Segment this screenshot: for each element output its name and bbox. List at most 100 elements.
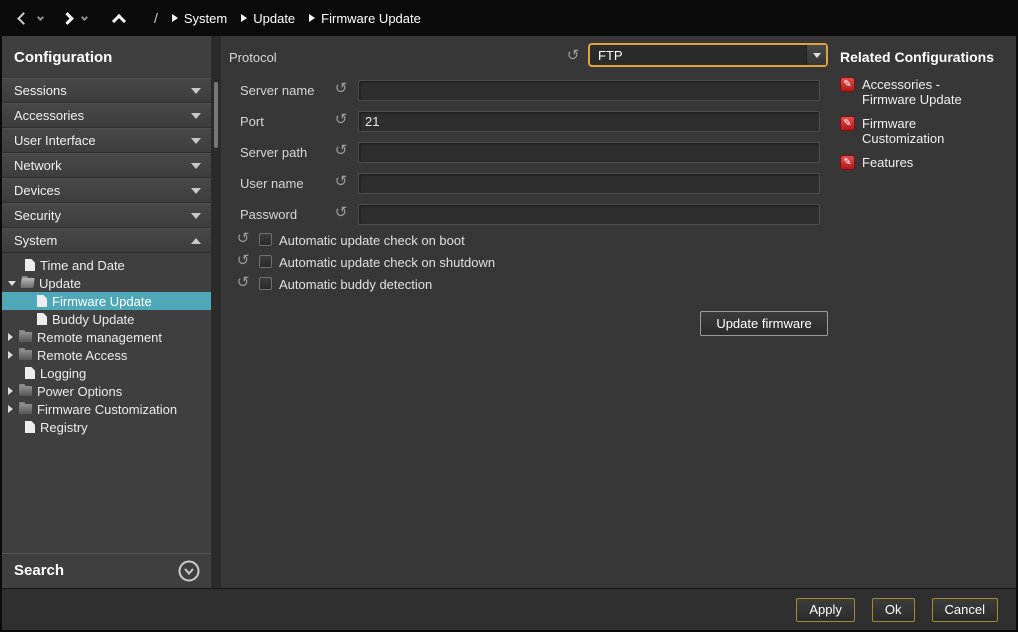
caret-right-icon[interactable] — [8, 351, 13, 359]
related-item-features[interactable]: ✎ Features — [840, 155, 1016, 170]
password-input[interactable] — [358, 204, 820, 225]
page-icon — [37, 295, 47, 307]
update-firmware-button[interactable]: Update firmware — [700, 311, 828, 336]
sidebar-item-devices[interactable]: Devices — [2, 178, 211, 203]
sidebar-item-network[interactable]: Network — [2, 153, 211, 178]
sidebar-item-security[interactable]: Security — [2, 203, 211, 228]
tree-item-power-options[interactable]: Power Options — [2, 382, 211, 400]
caret-right-icon[interactable] — [8, 333, 13, 341]
footer-bar: Apply Ok Cancel — [2, 588, 1016, 630]
chevron-down-icon — [191, 163, 201, 169]
reset-server-path-icon[interactable]: ↺ — [333, 143, 349, 159]
tree-item-buddy-update[interactable]: Buddy Update — [2, 310, 211, 328]
related-item-firmware-customization[interactable]: ✎ Firmware Customization — [840, 116, 1016, 146]
protocol-label: Protocol — [229, 50, 277, 65]
auto-update-boot-checkbox[interactable] — [259, 233, 272, 246]
port-label: Port — [240, 114, 264, 129]
sidebar-scrollbar[interactable] — [211, 36, 221, 588]
tree-item-registry[interactable]: Registry — [2, 418, 211, 436]
cancel-button[interactable]: Cancel — [932, 598, 998, 622]
port-input[interactable] — [358, 111, 820, 132]
sidebar-item-user-interface[interactable]: User Interface — [2, 128, 211, 153]
folder-icon — [19, 404, 32, 414]
scrollbar-thumb[interactable] — [214, 82, 218, 148]
reset-check-boot-icon[interactable]: ↺ — [235, 231, 251, 247]
apply-button[interactable]: Apply — [796, 598, 855, 622]
breadcrumb-system[interactable]: System — [172, 11, 227, 26]
breadcrumb-root: / — [154, 10, 158, 26]
auto-update-boot-label: Automatic update check on boot — [279, 233, 465, 248]
up-button[interactable] — [110, 8, 128, 28]
caret-right-icon[interactable] — [8, 387, 13, 395]
forward-button[interactable] — [58, 8, 76, 28]
caret-down-icon[interactable] — [8, 281, 16, 286]
protocol-value: FTP — [590, 45, 806, 65]
folder-icon — [19, 350, 32, 360]
breadcrumb-arrow-icon — [241, 14, 247, 22]
auto-update-shutdown-checkbox[interactable] — [259, 255, 272, 268]
server-path-label: Server path — [240, 145, 307, 160]
auto-update-shutdown-label: Automatic update check on shutdown — [279, 255, 495, 270]
auto-buddy-detection-checkbox[interactable] — [259, 277, 272, 290]
auto-buddy-detection-label: Automatic buddy detection — [279, 277, 432, 292]
protocol-dropdown[interactable]: FTP — [588, 43, 828, 67]
chevron-down-icon — [191, 213, 201, 219]
related-item-accessories-firmware-update[interactable]: ✎ Accessories - Firmware Update — [840, 77, 1016, 107]
folder-open-icon — [20, 278, 34, 288]
forward-arrow-icon — [61, 12, 74, 25]
chevron-down-icon — [191, 88, 201, 94]
back-arrow-icon — [17, 12, 30, 25]
search-expand-button[interactable] — [177, 559, 201, 583]
ok-button[interactable]: Ok — [872, 598, 915, 622]
reset-user-name-icon[interactable]: ↺ — [333, 174, 349, 190]
password-label: Password — [240, 207, 297, 222]
chevron-up-icon — [191, 238, 201, 244]
tree-item-firmware-update[interactable]: Firmware Update — [2, 292, 211, 310]
page-icon — [25, 367, 35, 379]
user-name-input[interactable] — [358, 173, 820, 194]
related-title: Related Configurations — [836, 36, 1016, 65]
server-name-input[interactable] — [358, 80, 820, 101]
breadcrumb-firmware-update[interactable]: Firmware Update — [309, 11, 421, 26]
chevron-down-icon — [191, 138, 201, 144]
forward-history-dropdown[interactable] — [78, 10, 90, 26]
tree-item-remote-access[interactable]: Remote Access — [2, 346, 211, 364]
folder-icon — [19, 332, 32, 342]
chevron-down-icon — [80, 13, 87, 20]
tree-item-logging[interactable]: Logging — [2, 364, 211, 382]
configuration-sidebar: Configuration Sessions Accessories User … — [2, 36, 211, 588]
page-icon — [25, 259, 35, 271]
edit-icon: ✎ — [840, 116, 855, 131]
reset-password-icon[interactable]: ↺ — [333, 205, 349, 221]
search-section[interactable]: Search — [2, 553, 211, 587]
caret-right-icon[interactable] — [8, 405, 13, 413]
reset-port-icon[interactable]: ↺ — [333, 112, 349, 128]
sidebar-item-system[interactable]: System — [2, 228, 211, 253]
reset-check-buddy-icon[interactable]: ↺ — [235, 275, 251, 291]
user-name-label: User name — [240, 176, 304, 191]
page-icon — [37, 313, 47, 325]
sidebar-item-accessories[interactable]: Accessories — [2, 103, 211, 128]
dropdown-arrow-button[interactable] — [806, 45, 826, 65]
reset-server-name-icon[interactable]: ↺ — [333, 81, 349, 97]
chevron-down-icon — [36, 13, 43, 20]
tree-item-time-and-date[interactable]: Time and Date — [2, 256, 211, 274]
breadcrumb-update[interactable]: Update — [241, 11, 295, 26]
tree-item-update[interactable]: Update — [2, 274, 211, 292]
sidebar-item-sessions[interactable]: Sessions — [2, 78, 211, 103]
system-tree: Time and Date Update Firmware Update Bud… — [2, 253, 211, 436]
reset-protocol-icon[interactable]: ↺ — [565, 48, 581, 64]
edit-icon: ✎ — [840, 155, 855, 170]
related-configurations-panel: Related Configurations ✎ Accessories - F… — [836, 36, 1016, 170]
up-arrow-icon — [112, 13, 126, 27]
server-path-input[interactable] — [358, 142, 820, 163]
back-history-dropdown[interactable] — [34, 10, 46, 26]
firmware-update-panel: Protocol ↺ FTP Server name ↺ Port ↺ Serv… — [221, 36, 1016, 588]
reset-check-shutdown-icon[interactable]: ↺ — [235, 253, 251, 269]
folder-icon — [19, 386, 32, 396]
tree-item-remote-management[interactable]: Remote management — [2, 328, 211, 346]
tree-item-firmware-customization[interactable]: Firmware Customization — [2, 400, 211, 418]
back-button[interactable] — [14, 8, 32, 28]
navigation-toolbar: / System Update Firmware Update — [0, 0, 1018, 36]
server-name-label: Server name — [240, 83, 314, 98]
